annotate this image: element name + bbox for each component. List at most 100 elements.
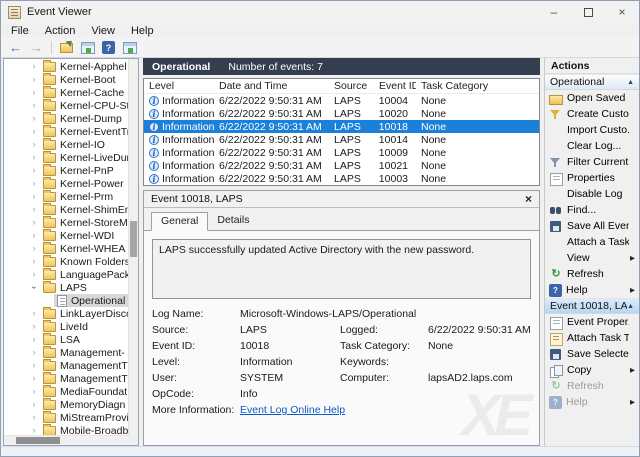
forward-button[interactable]: →: [27, 39, 46, 56]
column-header-level[interactable]: Level: [144, 80, 214, 92]
chevron-icon[interactable]: ›: [28, 307, 40, 320]
event-row-10004[interactable]: iInformation6/22/2022 9:50:31 AMLAPS1000…: [144, 94, 539, 107]
tree-item-kernel-power[interactable]: ›Kernel-Power: [4, 177, 128, 190]
column-header-date-and-time[interactable]: Date and Time: [214, 80, 329, 92]
action-clear-log[interactable]: Clear Log...: [545, 138, 639, 154]
tab-details[interactable]: Details: [208, 212, 258, 230]
chevron-icon[interactable]: ›: [28, 86, 40, 99]
close-button[interactable]: ×: [605, 1, 639, 23]
tree-item-kernel-eventtr[interactable]: ›Kernel-EventTr: [4, 125, 128, 138]
tree-item-managementt[interactable]: ›ManagementT: [4, 359, 128, 372]
back-button[interactable]: ←: [6, 39, 25, 56]
event-row-10018[interactable]: iInformation6/22/2022 9:50:31 AMLAPS1001…: [144, 120, 539, 133]
action-disable-log[interactable]: Disable Log: [545, 186, 639, 202]
event-row-10009[interactable]: iInformation6/22/2022 9:50:31 AMLAPS1000…: [144, 146, 539, 159]
column-header-event-id[interactable]: Event ID: [374, 80, 416, 92]
chevron-icon[interactable]: ›: [28, 216, 40, 229]
chevron-icon[interactable]: ›: [28, 346, 40, 359]
tree-item-lsa[interactable]: ›LSA: [4, 333, 128, 346]
tree-item-kernel-pnp[interactable]: ›Kernel-PnP: [4, 164, 128, 177]
chevron-icon[interactable]: ›: [28, 424, 40, 435]
chevron-icon[interactable]: ›: [28, 190, 40, 203]
action-import-custo[interactable]: Import Custo...: [545, 122, 639, 138]
tree-item-linklayerdisco[interactable]: ›LinkLayerDisco: [4, 307, 128, 320]
tree-item-kernel-cpu-st[interactable]: ›Kernel-CPU-St: [4, 99, 128, 112]
tree-horizontal-scrollbar[interactable]: [4, 435, 128, 445]
chevron-icon[interactable]: ›: [28, 268, 40, 281]
tree-vertical-scrollbar[interactable]: [128, 59, 138, 435]
tree-item-kernel-whea[interactable]: ›Kernel-WHEA: [4, 242, 128, 255]
tree-item-kernel-prm[interactable]: ›Kernel-Prm: [4, 190, 128, 203]
chevron-icon[interactable]: ›: [28, 320, 40, 333]
tab-general[interactable]: General: [151, 212, 208, 231]
event-log-online-help-link[interactable]: Event Log Online Help: [240, 404, 345, 416]
menu-action[interactable]: Action: [37, 25, 84, 37]
collapse-icon[interactable]: ▲: [627, 303, 634, 310]
actions-section-event-10018-laps[interactable]: Event 10018, LAPS▲: [545, 298, 639, 314]
tree-item-kernel-io[interactable]: ›Kernel-IO: [4, 138, 128, 151]
chevron-icon[interactable]: ›: [28, 333, 40, 346]
action-help[interactable]: ?Help▶: [545, 282, 639, 298]
minimize-button[interactable]: –: [537, 1, 571, 23]
tree-item-laps[interactable]: ›LAPS: [4, 281, 128, 294]
chevron-icon[interactable]: ›: [28, 125, 40, 138]
chevron-icon[interactable]: ›: [28, 177, 40, 190]
tree-item-kernel-boot[interactable]: ›Kernel-Boot: [4, 73, 128, 86]
tree-item-operational[interactable]: Operational: [4, 294, 128, 307]
event-row-10021[interactable]: iInformation6/22/2022 9:50:31 AMLAPS1002…: [144, 159, 539, 172]
tree-item-kernel-dump[interactable]: ›Kernel-Dump: [4, 112, 128, 125]
chevron-icon[interactable]: ›: [28, 229, 40, 242]
action-save-selecte[interactable]: Save Selecte...: [545, 346, 639, 362]
tree-item-mistreamprovi[interactable]: ›MiStreamProvi: [4, 411, 128, 424]
tree-item-liveid[interactable]: ›LiveId: [4, 320, 128, 333]
export-button[interactable]: [57, 39, 76, 56]
show-action-pane-button[interactable]: [120, 39, 139, 56]
tree-horizontal-scrollbar-thumb[interactable]: [16, 437, 60, 444]
tree-item-kernel-shimen[interactable]: ›Kernel-ShimEn: [4, 203, 128, 216]
chevron-icon[interactable]: ›: [28, 151, 40, 164]
chevron-icon[interactable]: ›: [28, 282, 41, 294]
column-header-source[interactable]: Source: [329, 80, 374, 92]
tree-vertical-scrollbar-thumb[interactable]: [130, 221, 137, 257]
tree-item-managementt[interactable]: ›ManagementT: [4, 372, 128, 385]
chevron-icon[interactable]: ›: [28, 73, 40, 86]
tree-item-memorydiagn[interactable]: ›MemoryDiagn: [4, 398, 128, 411]
tree-item-mobile-broadb[interactable]: ›Mobile-Broadb: [4, 424, 128, 435]
detail-close-button[interactable]: ×: [525, 193, 532, 205]
action-view[interactable]: View▶: [545, 250, 639, 266]
chevron-icon[interactable]: ›: [28, 411, 40, 424]
action-refresh[interactable]: ↻Refresh: [545, 266, 639, 282]
column-header-task-category[interactable]: Task Category: [416, 80, 539, 92]
event-row-10014[interactable]: iInformation6/22/2022 9:50:31 AMLAPS1001…: [144, 133, 539, 146]
event-row-10020[interactable]: iInformation6/22/2022 9:50:31 AMLAPS1002…: [144, 107, 539, 120]
tree-item-languagepacks[interactable]: ›LanguagePackS: [4, 268, 128, 281]
tree-item-management[interactable]: ›Management-: [4, 346, 128, 359]
chevron-icon[interactable]: ›: [28, 372, 40, 385]
chevron-icon[interactable]: ›: [28, 398, 40, 411]
collapse-icon[interactable]: ▲: [627, 79, 634, 86]
menu-file[interactable]: File: [3, 25, 37, 37]
action-attach-a-task[interactable]: Attach a Task...: [545, 234, 639, 250]
action-open-saved[interactable]: Open Saved ...: [545, 90, 639, 106]
tree-item-kernel-storem[interactable]: ›Kernel-StoreM: [4, 216, 128, 229]
help-toolbar-button[interactable]: ?: [99, 39, 118, 56]
action-properties[interactable]: Properties: [545, 170, 639, 186]
action-find[interactable]: Find...: [545, 202, 639, 218]
tree-item-kernel-cache[interactable]: ›Kernel-Cache: [4, 86, 128, 99]
menu-view[interactable]: View: [83, 25, 123, 37]
chevron-icon[interactable]: ›: [28, 99, 40, 112]
chevron-icon[interactable]: ›: [28, 164, 40, 177]
chevron-icon[interactable]: ›: [28, 255, 40, 268]
action-create-custo[interactable]: Create Custo...: [545, 106, 639, 122]
event-row-10003[interactable]: iInformation6/22/2022 9:50:31 AMLAPS1000…: [144, 172, 539, 185]
action-save-all-even[interactable]: Save All Even...: [545, 218, 639, 234]
actions-section-operational[interactable]: Operational▲: [545, 74, 639, 90]
chevron-icon[interactable]: ›: [28, 242, 40, 255]
tree-item-kernel-wdi[interactable]: ›Kernel-WDI: [4, 229, 128, 242]
tree-item-kernel-livedur[interactable]: ›Kernel-LiveDur: [4, 151, 128, 164]
action-attach-task-t[interactable]: Attach Task T...: [545, 330, 639, 346]
menu-help[interactable]: Help: [123, 25, 162, 37]
chevron-icon[interactable]: ›: [28, 203, 40, 216]
tree-item-kernel-apphel[interactable]: ›Kernel-Apphel: [4, 60, 128, 73]
chevron-icon[interactable]: ›: [28, 60, 40, 73]
